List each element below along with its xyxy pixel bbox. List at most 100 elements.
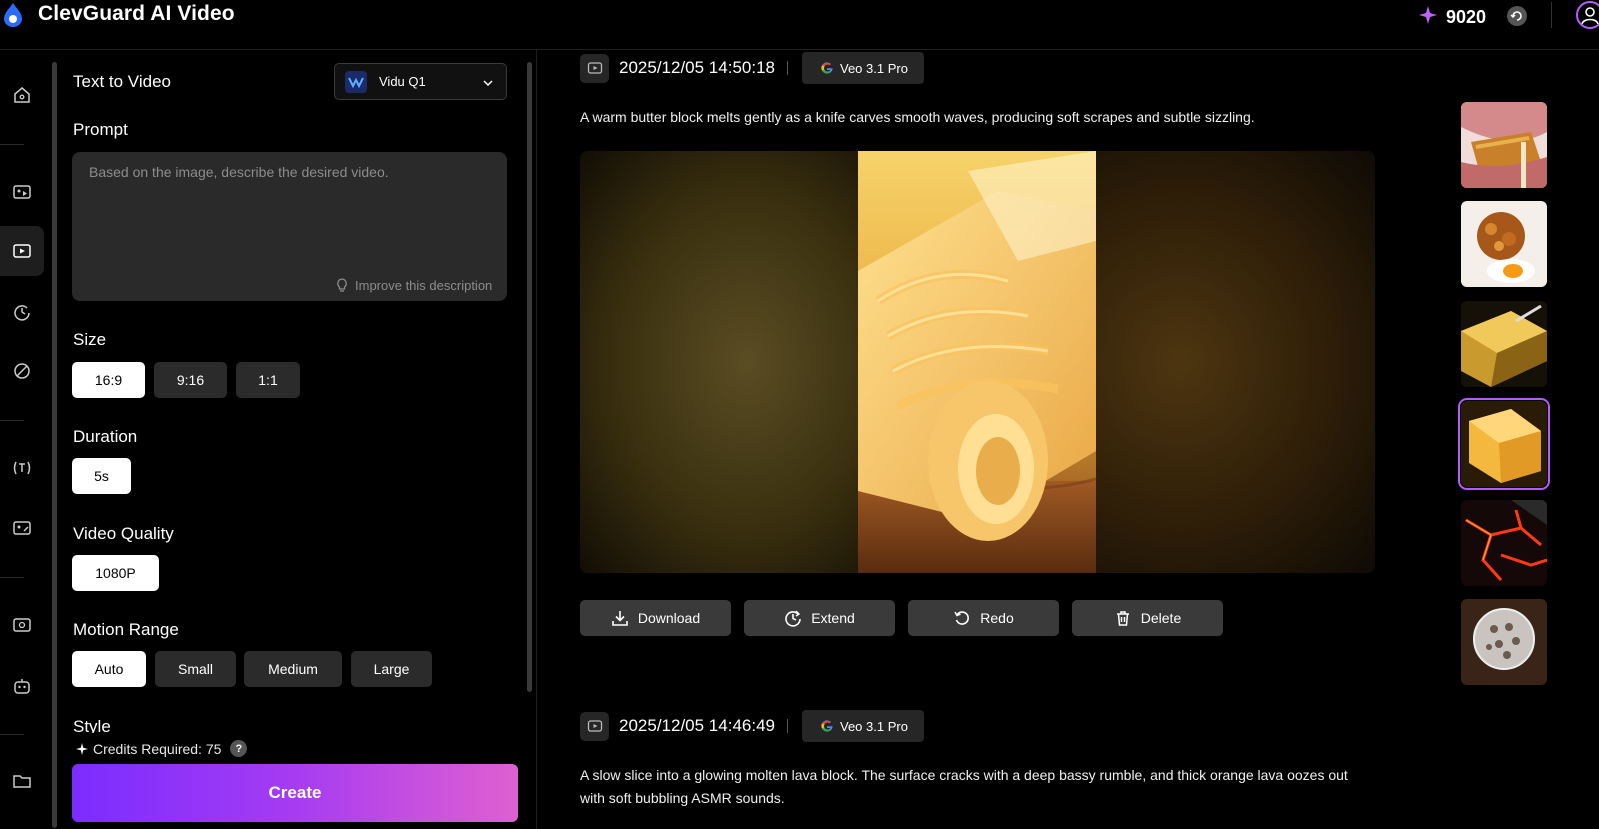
sparkle-icon [1418,5,1438,30]
folder-icon [13,775,31,788]
thumbnail-fried-chicken[interactable] [1461,201,1547,287]
size-label: Size [73,330,107,349]
create-button[interactable]: Create [72,764,518,822]
extend-button[interactable]: Extend [744,600,895,636]
size-option[interactable]: 1:1 [236,362,300,398]
rail-separator [0,420,24,421]
google-icon [821,62,833,74]
credits-required: Credits Required: 75 ? [76,740,248,757]
nav-ai-avatar[interactable] [0,661,44,711]
size-option[interactable]: 16:9 [72,362,145,398]
nav-extend[interactable] [0,287,44,337]
video-frame-image [857,151,1097,573]
nav-text-tool[interactable] [0,443,44,493]
trash-icon [1116,611,1129,626]
feed-entry-header: 2025/12/05 14:46:49 Veo 3.1 Pro [580,710,924,742]
google-icon [821,720,833,732]
thumbnail-crispy-food[interactable] [1461,102,1547,188]
credits-required-text: Credits Required: 75 [93,740,222,757]
feed-entry-header: 2025/12/05 14:50:18 Veo 3.1 Pro [580,52,924,84]
model-badge: Veo 3.1 Pro [801,52,924,84]
motion-option[interactable]: Medium [244,651,342,687]
sparkle-icon [76,742,88,755]
nav-video-chat[interactable] [0,600,44,650]
model-dropdown-value: Vidu Q1 [379,74,426,89]
rail-scrollbar[interactable] [52,62,57,828]
user-icon [1581,7,1599,25]
redo-label: Redo [980,610,1014,626]
vidu-logo-icon [345,71,367,93]
text-cursor-icon [13,461,31,475]
refresh-credits-button[interactable] [1507,6,1527,26]
nav-my-files[interactable] [0,756,44,806]
app-title: ClevGuard AI Video [38,2,235,25]
settings-panel: Text to Video Vidu Q1 Prompt Improve thi… [60,50,537,829]
entry-description: A slow slice into a glowing molten lava … [580,767,1348,806]
extend-icon [785,610,802,627]
nav-image-to-video[interactable] [0,167,44,217]
prompt-label: Prompt [73,120,128,139]
history-icon [14,305,30,321]
download-button[interactable]: Download [580,600,731,636]
panel-scrollbar[interactable] [527,62,532,692]
entry-timestamp: 2025/12/05 14:46:49 [619,716,775,735]
extend-label: Extend [811,610,855,626]
chevron-down-icon [482,76,494,94]
rail-separator [0,734,24,735]
video-blur-right [1096,151,1375,573]
text-video-icon [13,244,31,258]
credits-balance: 9020 [1418,5,1486,30]
rail-separator [0,144,24,145]
refresh-icon [1510,11,1522,21]
size-option[interactable]: 9:16 [154,362,227,398]
redo-icon [954,611,970,625]
model-badge: Veo 3.1 Pro [801,710,924,742]
user-avatar-button[interactable] [1576,1,1599,29]
model-dropdown[interactable]: Vidu Q1 [334,63,507,100]
image-video-icon [13,185,31,199]
motion-option[interactable]: Large [351,651,432,687]
robot-icon [14,679,30,694]
thumbnail-gold-bar[interactable] [1461,301,1547,387]
top-bar: ClevGuard AI Video 9020 [0,0,1599,50]
quality-label: Video Quality [73,524,174,543]
motion-option[interactable]: Auto [72,651,146,687]
entry-divider [786,61,788,75]
model-badge-label: Veo 3.1 Pro [839,60,908,76]
mode-title: Text to Video [73,72,171,91]
entry-description: A warm butter block melts gently as a kn… [580,109,1255,125]
left-nav-rail [0,50,50,829]
thumbnail-molten-lava[interactable] [1461,500,1547,586]
thumbnail-butter-block[interactable] [1458,398,1550,490]
motion-range-label: Motion Range [73,620,179,639]
video-icon [580,53,609,83]
help-icon[interactable]: ? [230,740,248,757]
nav-home[interactable] [0,70,44,120]
duration-option[interactable]: 5s [72,458,131,494]
motion-option[interactable]: Small [155,651,236,687]
nav-image-edit[interactable] [0,503,44,553]
quality-option[interactable]: 1080P [72,555,159,591]
video-icon [580,711,609,741]
effects-icon [14,363,30,379]
nav-effects[interactable] [0,346,44,396]
video-player[interactable] [580,151,1375,573]
home-icon [14,87,30,103]
topbar-divider [1551,2,1552,28]
style-label: Style [73,717,111,733]
delete-label: Delete [1140,610,1182,626]
video-chat-icon [13,618,31,632]
thumbnail-crystal-sphere[interactable] [1461,599,1547,685]
app-logo-icon [2,2,24,28]
nav-text-to-video[interactable] [0,226,44,276]
redo-button[interactable]: Redo [908,600,1059,636]
duration-label: Duration [73,427,138,446]
download-icon [612,611,628,626]
download-label: Download [637,610,701,626]
rail-separator [0,577,24,578]
image-edit-icon [13,521,31,535]
improve-description-button[interactable]: Improve this description [335,277,492,293]
delete-button[interactable]: Delete [1072,600,1223,636]
video-blur-left [580,151,858,573]
lightbulb-icon [337,278,347,292]
